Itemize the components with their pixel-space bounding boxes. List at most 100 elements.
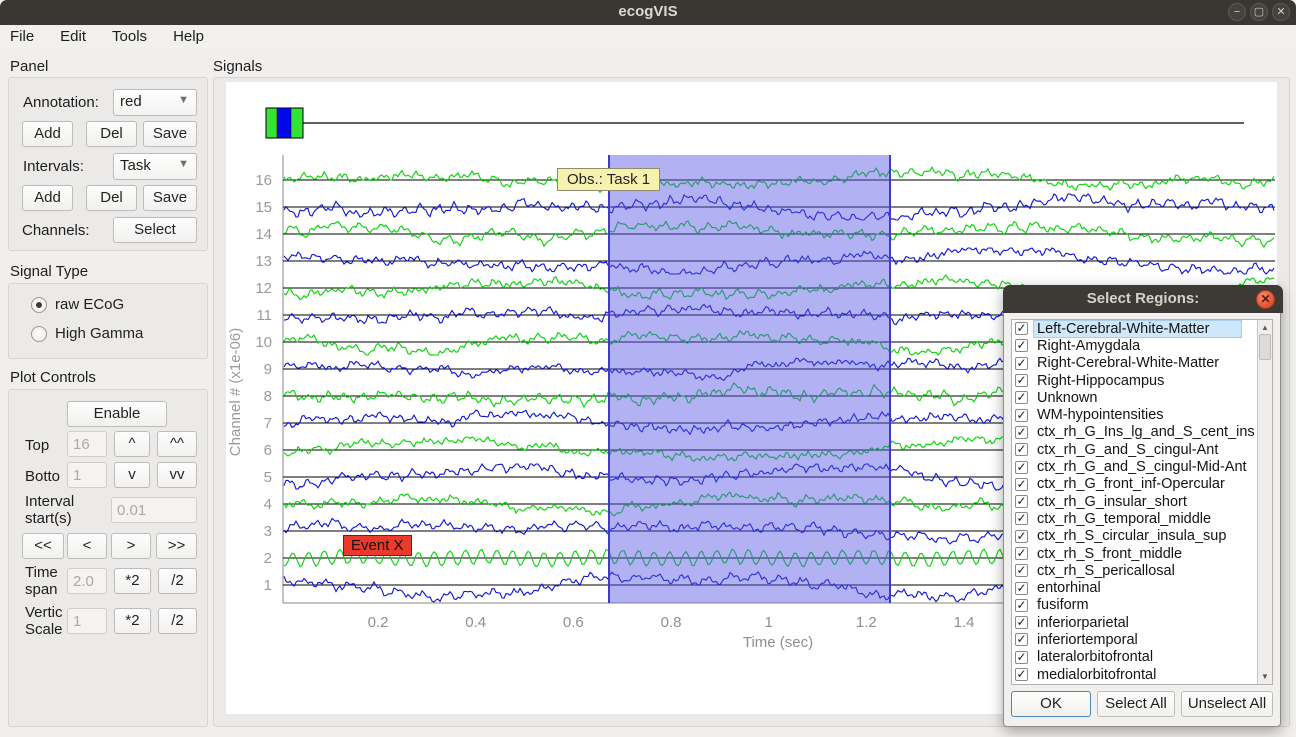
region-checkbox[interactable]: ✓ xyxy=(1015,512,1028,525)
x-tick-label: 1.4 xyxy=(954,614,975,631)
interval-start-label: Interval start(s) xyxy=(25,493,105,527)
intervals-save-button[interactable]: Save xyxy=(143,185,197,211)
region-item-row[interactable]: ✓ctx_rh_G_insular_short xyxy=(1012,493,1272,510)
nav-back-button[interactable]: < xyxy=(67,533,107,559)
region-item-row[interactable]: ✓Right-Amygdala xyxy=(1012,337,1272,354)
scroll-down-icon[interactable]: ▼ xyxy=(1258,672,1272,681)
ok-button[interactable]: OK xyxy=(1011,691,1091,717)
vertical-scale-input[interactable] xyxy=(67,608,107,634)
annotation-save-button[interactable]: Save xyxy=(143,121,197,147)
nav-forward-button[interactable]: > xyxy=(111,533,151,559)
list-scrollbar[interactable]: ▲ ▼ xyxy=(1257,320,1272,684)
region-item-row[interactable]: ✓entorhinal xyxy=(1012,579,1272,596)
region-item-row[interactable]: ✓ctx_rh_G_Ins_lg_and_S_cent_ins xyxy=(1012,424,1272,441)
region-checkbox[interactable]: ✓ xyxy=(1015,478,1028,491)
region-label: ctx_rh_G_front_inf-Opercular xyxy=(1034,476,1228,492)
region-checkbox[interactable]: ✓ xyxy=(1015,443,1028,456)
annotation-combobox[interactable]: red ▼ xyxy=(113,89,197,116)
top-up-button[interactable]: ^ xyxy=(114,431,150,457)
scroll-up-icon[interactable]: ▲ xyxy=(1258,323,1272,332)
region-checkbox[interactable]: ✓ xyxy=(1015,339,1028,352)
annotation-del-button[interactable]: Del xyxy=(86,121,137,147)
region-item-row[interactable]: ✓Right-Hippocampus xyxy=(1012,372,1272,389)
region-checkbox[interactable]: ✓ xyxy=(1015,633,1028,646)
nav-fast-forward-button[interactable]: >> xyxy=(156,533,197,559)
channels-select-button[interactable]: Select xyxy=(113,217,197,243)
region-checkbox[interactable]: ✓ xyxy=(1015,616,1028,629)
y-tick-label: 1 xyxy=(264,577,272,594)
top-up-fast-button[interactable]: ^^ xyxy=(157,431,197,457)
region-item-row[interactable]: ✓ ctx_rh_G_front_inf-Opercular xyxy=(1012,476,1272,493)
region-checkbox[interactable]: ✓ xyxy=(1015,564,1028,577)
menu-item-file[interactable]: File xyxy=(10,28,34,45)
vertical-scale-x2-button[interactable]: *2 xyxy=(114,608,151,634)
region-checkbox[interactable]: ✓ xyxy=(1015,530,1028,543)
region-item-row[interactable]: ✓medialorbitofrontal xyxy=(1012,666,1272,683)
region-checkbox[interactable]: ✓ xyxy=(1015,495,1028,508)
region-checkbox[interactable]: ✓ xyxy=(1015,374,1028,387)
region-item-row[interactable]: ✓ctx_rh_S_pericallosal xyxy=(1012,562,1272,579)
region-item-row[interactable]: ✓Unknown xyxy=(1012,389,1272,406)
regions-list[interactable]: ✓Left-Cerebral-White-Matter✓Right-Amygda… xyxy=(1011,319,1273,685)
enable-button[interactable]: Enable xyxy=(67,401,167,427)
region-checkbox[interactable]: ✓ xyxy=(1015,357,1028,370)
nav-fast-back-button[interactable]: << xyxy=(22,533,64,559)
region-checkbox[interactable]: ✓ xyxy=(1015,668,1028,681)
region-checkbox[interactable]: ✓ xyxy=(1015,599,1028,612)
region-label: ctx_rh_S_front_middle xyxy=(1034,546,1185,562)
region-item-row[interactable]: ✓ctx_rh_S_circular_insula_sup xyxy=(1012,528,1272,545)
region-item-row[interactable]: ✓inferiorparietal xyxy=(1012,614,1272,631)
region-item-row[interactable]: ✓ctx_rh_G_temporal_middle xyxy=(1012,510,1272,527)
region-checkbox[interactable]: ✓ xyxy=(1015,391,1028,404)
dialog-close-icon[interactable]: ✕ xyxy=(1256,290,1275,309)
bottom-down-button[interactable]: v xyxy=(114,462,150,488)
interval-start-input[interactable] xyxy=(111,497,197,523)
bottom-down-fast-button[interactable]: vv xyxy=(157,462,197,488)
time-span-x2-button[interactable]: *2 xyxy=(114,568,151,594)
intervals-add-button[interactable]: Add xyxy=(22,185,73,211)
top-input[interactable] xyxy=(67,431,107,457)
close-icon[interactable]: ✕ xyxy=(1272,3,1290,21)
y-axis-label: Channel # (x1e-06) xyxy=(227,328,244,456)
region-checkbox[interactable]: ✓ xyxy=(1015,651,1028,664)
panel-group-label: Panel xyxy=(10,58,48,75)
region-checkbox[interactable]: ✓ xyxy=(1015,426,1028,439)
region-checkbox[interactable]: ✓ xyxy=(1015,582,1028,595)
menu-bar: File Edit Tools Help xyxy=(0,25,1296,48)
task-interval-region[interactable] xyxy=(609,155,890,603)
region-checkbox[interactable]: ✓ xyxy=(1015,409,1028,422)
region-checkbox[interactable]: ✓ xyxy=(1015,461,1028,474)
unselect-all-button[interactable]: Unselect All xyxy=(1181,691,1273,717)
maximize-icon[interactable]: ▢ xyxy=(1250,3,1268,21)
event-annotation-label[interactable]: Event X xyxy=(343,535,412,556)
vertical-scale-div2-button[interactable]: /2 xyxy=(158,608,197,634)
region-item-row[interactable]: ✓ ctx_rh_S_front_middle xyxy=(1012,545,1272,562)
region-item-row[interactable]: ✓fusiform xyxy=(1012,597,1272,614)
menu-item-help[interactable]: Help xyxy=(173,28,204,45)
time-span-div2-button[interactable]: /2 xyxy=(158,568,197,594)
radio-high-gamma[interactable]: High Gamma xyxy=(31,325,143,342)
x-axis-label: Time (sec) xyxy=(743,634,813,651)
region-item-row[interactable]: ✓ctx_rh_G_and_S_cingul-Ant xyxy=(1012,441,1272,458)
time-span-input[interactable] xyxy=(67,568,107,594)
select-all-button[interactable]: Select All xyxy=(1097,691,1175,717)
region-item-row[interactable]: ✓inferiortemporal xyxy=(1012,631,1272,648)
minimize-icon[interactable]: − xyxy=(1228,3,1246,21)
intervals-del-button[interactable]: Del xyxy=(86,185,137,211)
overview-current-window[interactable] xyxy=(277,108,291,138)
region-item-row[interactable]: ✓Right-Cerebral-White-Matter xyxy=(1012,355,1272,372)
region-checkbox[interactable]: ✓ xyxy=(1015,322,1028,335)
region-item-row[interactable]: ✓Left-Cerebral-White-Matter xyxy=(1012,320,1272,337)
radio-raw-ecog[interactable]: raw ECoG xyxy=(31,296,124,313)
intervals-combobox[interactable]: Task ▼ xyxy=(113,153,197,180)
menu-item-tools[interactable]: Tools xyxy=(112,28,147,45)
bottom-input[interactable] xyxy=(67,462,107,488)
region-checkbox[interactable]: ✓ xyxy=(1015,547,1028,560)
y-tick-label: 10 xyxy=(255,334,272,351)
scrollbar-thumb[interactable] xyxy=(1259,334,1271,360)
menu-item-edit[interactable]: Edit xyxy=(60,28,86,45)
region-item-row[interactable]: ✓lateralorbitofrontal xyxy=(1012,649,1272,666)
region-item-row[interactable]: ✓WM-hypointensities xyxy=(1012,406,1272,423)
annotation-add-button[interactable]: Add xyxy=(22,121,73,147)
region-item-row[interactable]: ✓ctx_rh_G_and_S_cingul-Mid-Ant xyxy=(1012,458,1272,475)
